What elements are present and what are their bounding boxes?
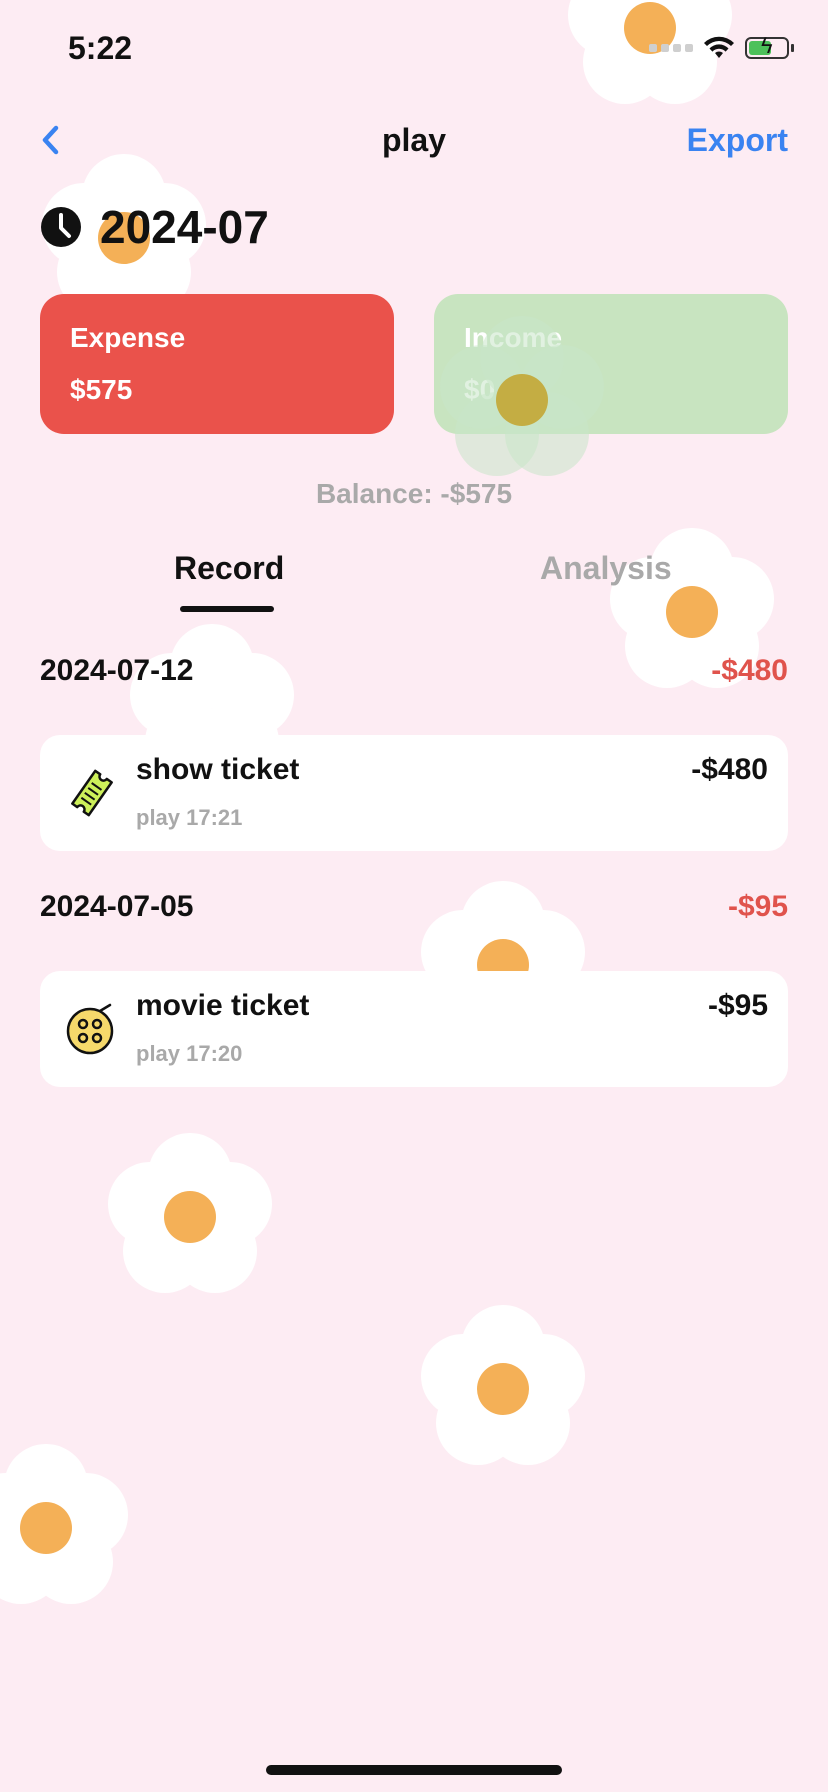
wifi-icon — [704, 36, 734, 58]
income-label: Income — [464, 322, 563, 353]
period-selector[interactable]: 2024-07 — [40, 200, 269, 254]
cellular-signal-icon — [649, 44, 693, 52]
transaction-meta: play 17:20 — [136, 1041, 243, 1066]
group-total: -$480 — [711, 654, 788, 687]
group-date: 2024-07-05 — [40, 890, 194, 923]
income-summary-card[interactable]: Income $0 — [434, 294, 788, 434]
expense-label: Expense — [70, 322, 186, 353]
group-total: -$95 — [727, 890, 788, 923]
export-button[interactable]: Export — [687, 122, 788, 159]
expense-value: $575 — [70, 374, 133, 405]
ticket-icon — [71, 769, 113, 817]
transaction-name: movie ticket — [136, 989, 310, 1022]
tab-analysis[interactable]: Analysis — [540, 550, 672, 587]
status-icons: ϟ — [649, 35, 794, 60]
transaction-row[interactable]: show ticket play 17:21 -$480 — [40, 735, 788, 851]
transaction-meta: play 17:21 — [136, 805, 243, 830]
income-value: $0 — [464, 374, 496, 405]
clock-icon — [41, 207, 81, 247]
tab-record[interactable]: Record — [174, 550, 284, 587]
group-date: 2024-07-12 — [40, 654, 194, 687]
month-detail-screen: 5:22 ϟ play Export 2024-07 Expense $575 — [0, 0, 828, 1792]
balance-text: Balance: -$575 — [315, 478, 513, 509]
status-time: 5:22 — [68, 30, 133, 66]
transaction-name: show ticket — [136, 753, 300, 786]
expense-summary-card[interactable]: Expense $575 — [40, 294, 394, 434]
transaction-amount: -$95 — [707, 989, 768, 1022]
battery-icon: ϟ — [745, 35, 789, 59]
active-tab-indicator — [180, 606, 274, 612]
home-indicator — [266, 1765, 562, 1775]
film-reel-icon — [66, 1003, 114, 1055]
transaction-amount: -$480 — [691, 753, 768, 786]
period-label: 2024-07 — [100, 201, 269, 253]
transaction-row[interactable]: movie ticket play 17:20 -$95 — [40, 971, 788, 1087]
